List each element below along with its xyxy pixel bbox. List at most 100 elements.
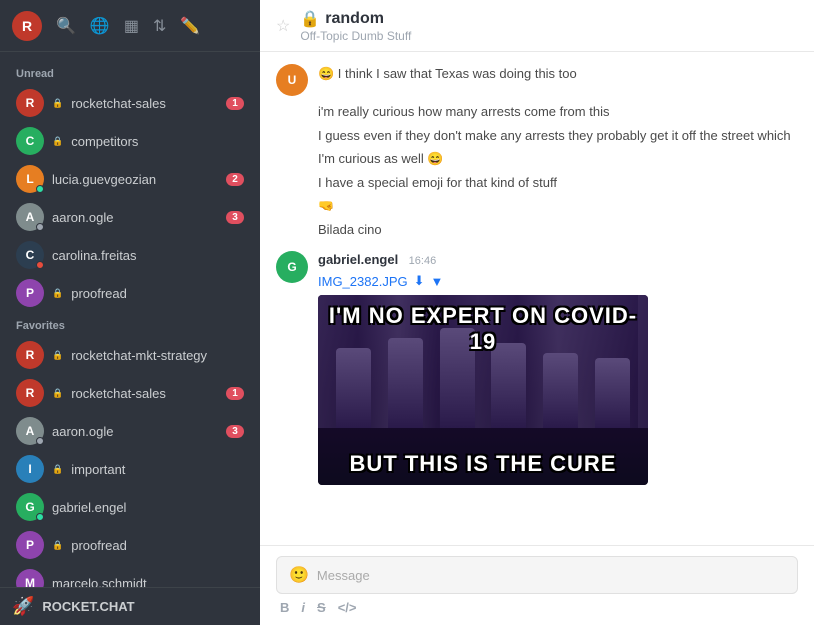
image-filename[interactable]: IMG_2382.JPG ⬇ ▼ — [318, 273, 798, 289]
lock-icon: 🔒 — [52, 464, 63, 475]
avatar: I — [16, 455, 44, 483]
sidebar-item-important[interactable]: I 🔒 important — [4, 450, 256, 488]
msg-avatar: U — [276, 64, 308, 96]
rocket-label: ROCKET.CHAT — [42, 599, 134, 614]
sort-icon[interactable]: ⇅ — [153, 16, 166, 36]
msg-text: I guess even if they don't make any arre… — [318, 126, 791, 146]
item-name: proofread — [71, 286, 244, 301]
msg-text: Bilada cino — [318, 220, 382, 240]
formatting-toolbar: B i S </> — [276, 594, 798, 615]
avatar: R — [16, 341, 44, 369]
msg-sender: gabriel.engel — [318, 252, 398, 267]
sidebar-content: Unread R 🔒 rocketchat-sales 1 C 🔒 compet… — [0, 52, 260, 587]
sidebar-footer: 🚀 ROCKET.CHAT — [0, 587, 260, 625]
lock-icon: 🔒 — [52, 288, 63, 299]
sidebar: R 🔍 🌐 ▦ ⇅ ✏️ Unread R 🔒 rocketchat-sales… — [0, 0, 260, 625]
italic-button[interactable]: i — [301, 600, 305, 615]
person-4 — [491, 343, 526, 428]
meme-text-bottom: BUT THIS IS THE CURE — [318, 451, 648, 477]
msg-time: 16:46 — [409, 255, 437, 267]
lock-icon: 🔒 — [52, 350, 63, 361]
msg-text: i'm really curious how many arrests come… — [318, 102, 609, 122]
gabriel-avatar: G — [276, 251, 308, 283]
gabriel-message: G gabriel.engel 16:46 IMG_2382.JPG ⬇ ▼ — [276, 251, 798, 485]
badge: 2 — [226, 173, 244, 186]
message-input[interactable]: Message — [317, 568, 785, 583]
item-name: aaron.ogle — [52, 210, 218, 225]
item-name: important — [71, 462, 244, 477]
msg-text: 🤜 — [318, 196, 334, 216]
badge: 1 — [226, 97, 244, 110]
item-name: rocketchat-mkt-strategy — [71, 348, 244, 363]
compose-icon[interactable]: ✏️ — [180, 16, 200, 36]
lock-icon: 🔒 — [52, 388, 63, 399]
image-attachment: IMG_2382.JPG ⬇ ▼ — [318, 273, 798, 485]
star-icon[interactable]: ☆ — [276, 16, 290, 36]
directory-icon[interactable]: 🌐 — [90, 16, 110, 36]
home-icon[interactable]: ▦ — [124, 16, 139, 36]
badge: 1 — [226, 387, 244, 400]
chat-header: ☆ 🔒 random Off-Topic Dumb Stuff — [260, 0, 814, 52]
emoji-button[interactable]: 🙂 — [289, 565, 309, 585]
simple-msg-2: i'm really curious how many arrests come… — [276, 100, 798, 124]
simple-msg-5: I have a special emoji for that kind of … — [276, 171, 798, 195]
main-area: ☆ 🔒 random Off-Topic Dumb Stuff U 😄 I th… — [260, 0, 814, 625]
code-button[interactable]: </> — [338, 600, 357, 615]
avatar: A — [16, 417, 44, 445]
download-icon[interactable]: ⬇ — [414, 273, 425, 289]
sidebar-item-competitors[interactable]: C 🔒 competitors — [4, 122, 256, 160]
item-name: competitors — [71, 134, 244, 149]
item-name: carolina.freitas — [52, 248, 244, 263]
meme-image: I'M NO EXPERT ON COVID-19 BUT THIS IS TH… — [318, 295, 648, 485]
avatar: M — [16, 569, 44, 587]
sidebar-item-marcelo[interactable]: M marcelo.schmidt — [4, 564, 256, 587]
sidebar-item-proofread-unread[interactable]: P 🔒 proofread — [4, 274, 256, 312]
msg-text: I'm curious as well 😄 — [318, 149, 444, 169]
item-name: aaron.ogle — [52, 424, 218, 439]
msg-text: 😄 I think I saw that Texas was doing thi… — [318, 66, 577, 81]
channel-info: 🔒 random Off-Topic Dumb Stuff — [300, 9, 798, 43]
sidebar-item-lucia[interactable]: L lucia.guevgeozian 2 — [4, 160, 256, 198]
image-message-group: G gabriel.engel 16:46 IMG_2382.JPG ⬇ ▼ — [276, 251, 798, 485]
lock-icon: 🔒 — [300, 9, 320, 29]
bold-button[interactable]: B — [280, 600, 289, 615]
msg-text: I have a special emoji for that kind of … — [318, 173, 557, 193]
sidebar-item-gabriel[interactable]: G gabriel.engel — [4, 488, 256, 526]
sidebar-item-carolina[interactable]: C carolina.freitas — [4, 236, 256, 274]
rocket-logo: 🚀 — [12, 596, 34, 617]
gabriel-content: gabriel.engel 16:46 IMG_2382.JPG ⬇ ▼ — [318, 251, 798, 485]
sidebar-item-rocketchat-sales-fav[interactable]: R 🔒 rocketchat-sales 1 — [4, 374, 256, 412]
message-group-1: U 😄 I think I saw that Texas was doing t… — [276, 64, 798, 96]
avatar: R — [16, 89, 44, 117]
simple-msg-6: 🤜 — [276, 194, 798, 218]
favorites-section-label: Favorites — [0, 312, 260, 336]
avatar: P — [16, 531, 44, 559]
sidebar-item-aaron[interactable]: A aaron.ogle 3 — [4, 198, 256, 236]
avatar: P — [16, 279, 44, 307]
sidebar-item-mkt-strategy[interactable]: R 🔒 rocketchat-mkt-strategy — [4, 336, 256, 374]
expand-icon[interactable]: ▼ — [431, 274, 444, 289]
sidebar-item-aaron-fav[interactable]: A aaron.ogle 3 — [4, 412, 256, 450]
badge: 3 — [226, 425, 244, 438]
search-icon[interactable]: 🔍 — [56, 16, 76, 36]
item-name: marcelo.schmidt — [52, 576, 244, 588]
unread-section-label: Unread — [0, 60, 260, 84]
channel-desc: Off-Topic Dumb Stuff — [300, 29, 798, 43]
person-5 — [543, 353, 578, 428]
avatar: C — [16, 241, 44, 269]
item-name: proofread — [71, 538, 244, 553]
item-name: rocketchat-sales — [71, 386, 218, 401]
avatar: R — [16, 379, 44, 407]
meme-text-top: I'M NO EXPERT ON COVID-19 — [318, 303, 648, 355]
sidebar-item-proofread-fav[interactable]: P 🔒 proofread — [4, 526, 256, 564]
lock-icon: 🔒 — [52, 136, 63, 147]
sidebar-item-rocketchat-sales-unread[interactable]: R 🔒 rocketchat-sales 1 — [4, 84, 256, 122]
sidebar-header: R 🔍 🌐 ▦ ⇅ ✏️ — [0, 0, 260, 52]
lock-icon: 🔒 — [52, 98, 63, 109]
person-6 — [595, 358, 630, 428]
avatar: A — [16, 203, 44, 231]
avatar: L — [16, 165, 44, 193]
workspace-avatar: R — [12, 11, 42, 41]
channel-name: 🔒 random — [300, 9, 798, 29]
strikethrough-button[interactable]: S — [317, 600, 326, 615]
